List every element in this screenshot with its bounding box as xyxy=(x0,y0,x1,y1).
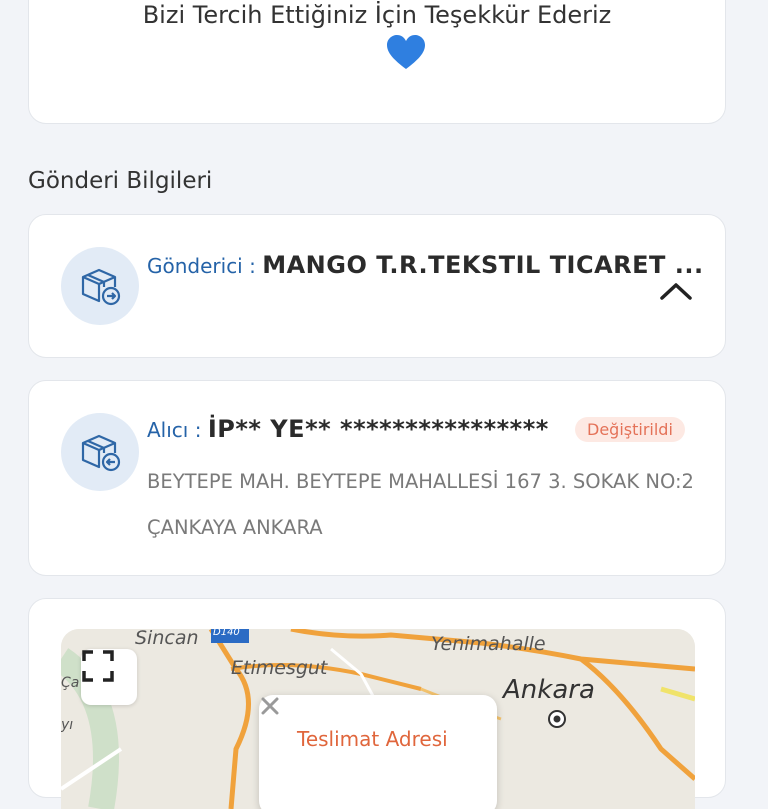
package-outgoing-icon xyxy=(61,247,139,325)
sender-name: MANGO T.R.TEKSTIL TICARET ... xyxy=(262,251,704,279)
changed-badge: Değiştirildi xyxy=(575,417,685,442)
heart-icon xyxy=(387,35,425,69)
delivery-map[interactable]: Sincan D140 Yenimahalle Etimesgut Ankara… xyxy=(61,629,695,809)
map-label-etimesgut: Etimesgut xyxy=(231,657,328,679)
sender-label: Gönderici : xyxy=(147,254,263,278)
chevron-up-icon[interactable] xyxy=(659,281,693,301)
fullscreen-button[interactable] xyxy=(81,649,137,705)
package-incoming-icon xyxy=(61,413,139,491)
thanks-card: Bizi Tercih Ettiğiniz İçin Teşekkür Eder… xyxy=(28,0,726,124)
receiver-name: İP** YE** **************** xyxy=(207,415,549,443)
sender-line: Gönderici : MANGO T.R.TEKSTIL TICARET ..… xyxy=(147,251,723,279)
popup-title: Teslimat Adresi xyxy=(297,727,448,751)
map-label-sincan: Sincan xyxy=(135,629,199,649)
receiver-card: Alıcı : İP** YE** **************** Değiş… xyxy=(28,380,726,576)
map-label-yenimahalle: Yenimahalle xyxy=(431,633,546,655)
delivery-popup: Teslimat Adresi xyxy=(259,695,497,809)
sender-card[interactable]: Gönderici : MANGO T.R.TEKSTIL TICARET ..… xyxy=(28,214,726,358)
receiver-label: Alıcı : xyxy=(147,418,208,442)
thanks-message: Bizi Tercih Ettiğiniz İçin Teşekkür Eder… xyxy=(142,1,612,29)
map-label-road: D140 xyxy=(213,629,240,638)
receiver-line: Alıcı : İP** YE** **************** xyxy=(147,415,549,443)
section-title: Gönderi Bilgileri xyxy=(28,168,213,194)
map-label-yi: yı xyxy=(61,717,74,733)
map-label-ankara: Ankara xyxy=(503,675,595,705)
map-card: Sincan D140 Yenimahalle Etimesgut Ankara… xyxy=(28,598,726,809)
close-icon[interactable] xyxy=(259,695,281,717)
city-marker-icon xyxy=(548,710,566,728)
receiver-address: BEYTEPE MAH. BEYTEPE MAHALLESİ 167 3. SO… xyxy=(147,470,694,539)
map-label-ca: Ça xyxy=(61,675,80,691)
fullscreen-icon xyxy=(82,650,114,682)
